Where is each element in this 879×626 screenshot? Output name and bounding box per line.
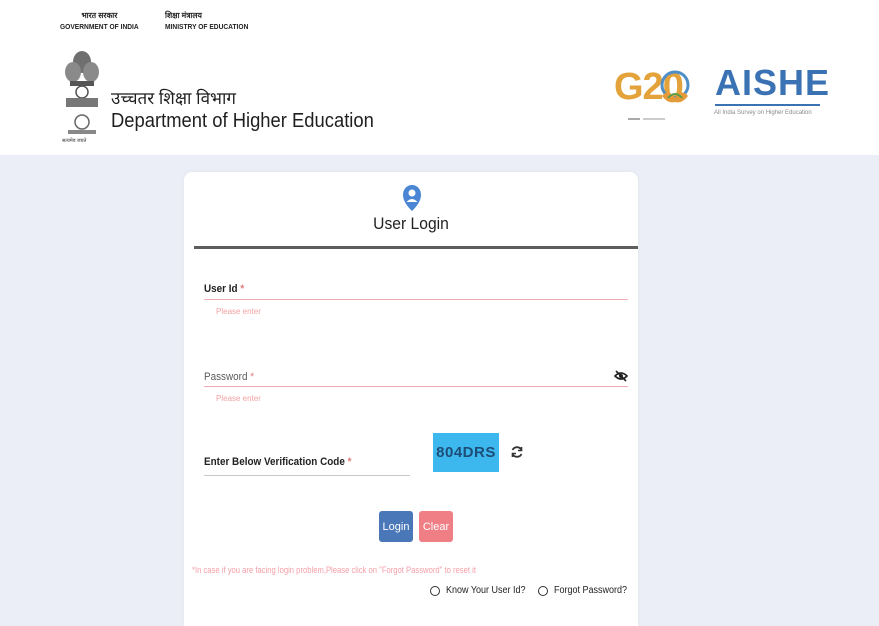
lotus-globe-icon xyxy=(660,70,690,103)
captcha-input[interactable] xyxy=(204,455,410,471)
gov-label-english: GOVERNMENT OF INDIA xyxy=(60,24,139,31)
ministry-label-english: MINISTRY OF EDUCATION xyxy=(165,24,249,31)
ministry-label-hindi: शिक्षा मंत्रालय xyxy=(165,11,202,20)
user-id-input[interactable] xyxy=(204,282,628,298)
national-emblem-icon xyxy=(65,51,99,134)
g20-logo: G20 xyxy=(614,64,694,124)
gov-label-hindi: भारत सरकार xyxy=(81,11,118,20)
password-input[interactable] xyxy=(204,369,608,385)
password-underline xyxy=(204,386,628,387)
refresh-icon[interactable] xyxy=(510,445,524,459)
password-error: Please enter xyxy=(216,394,261,403)
eye-slash-icon[interactable] xyxy=(614,369,628,383)
department-name-hindi: उच्चतर शिक्षा विभाग xyxy=(111,89,236,108)
captcha-underline xyxy=(204,475,410,476)
forgot-password-label: Forgot Password? xyxy=(554,585,628,596)
gov-label: भारत सरकार GOVERNMENT OF INDIA xyxy=(60,10,139,34)
login-help-text: *In case if you are facing login problem… xyxy=(192,565,476,575)
know-user-id-option[interactable]: Know Your User Id? xyxy=(430,585,534,596)
aishe-logo-subtitle: All India Survey on Higher Education xyxy=(714,110,812,116)
login-card: User Login User Id * Please enter Passwo… xyxy=(184,172,638,626)
aishe-logo-rule xyxy=(715,104,820,106)
know-user-id-radio[interactable] xyxy=(430,585,440,596)
ministry-label: शिक्षा मंत्रालय MINISTRY OF EDUCATION xyxy=(165,10,248,34)
aishe-logo-title: AISHE xyxy=(715,62,831,103)
user-icon xyxy=(403,185,421,211)
user-id-underline xyxy=(204,299,628,300)
user-id-error: Please enter xyxy=(216,307,261,316)
know-user-id-label: Know Your User Id? xyxy=(446,585,526,596)
title-underline xyxy=(194,246,638,249)
g20-tagline-icon xyxy=(628,118,665,120)
aishe-logo: AISHE All India Survey on Higher Educati… xyxy=(712,62,829,122)
login-button[interactable]: Login xyxy=(379,511,413,542)
emblem-caption: सत्यमेव जयते xyxy=(62,138,87,144)
forgot-password-option[interactable]: Forgot Password? xyxy=(538,585,635,596)
department-name-english: Department of Higher Education xyxy=(111,110,374,132)
page-root: भारत सरकार GOVERNMENT OF INDIA शिक्षा मं… xyxy=(0,0,879,626)
forgot-password-radio[interactable] xyxy=(538,585,548,596)
login-title: User Login xyxy=(373,214,449,233)
site-header: भारत सरकार GOVERNMENT OF INDIA शिक्षा मं… xyxy=(0,0,879,155)
clear-button[interactable]: Clear xyxy=(419,511,453,542)
captcha-image: 804DRS xyxy=(433,433,499,472)
